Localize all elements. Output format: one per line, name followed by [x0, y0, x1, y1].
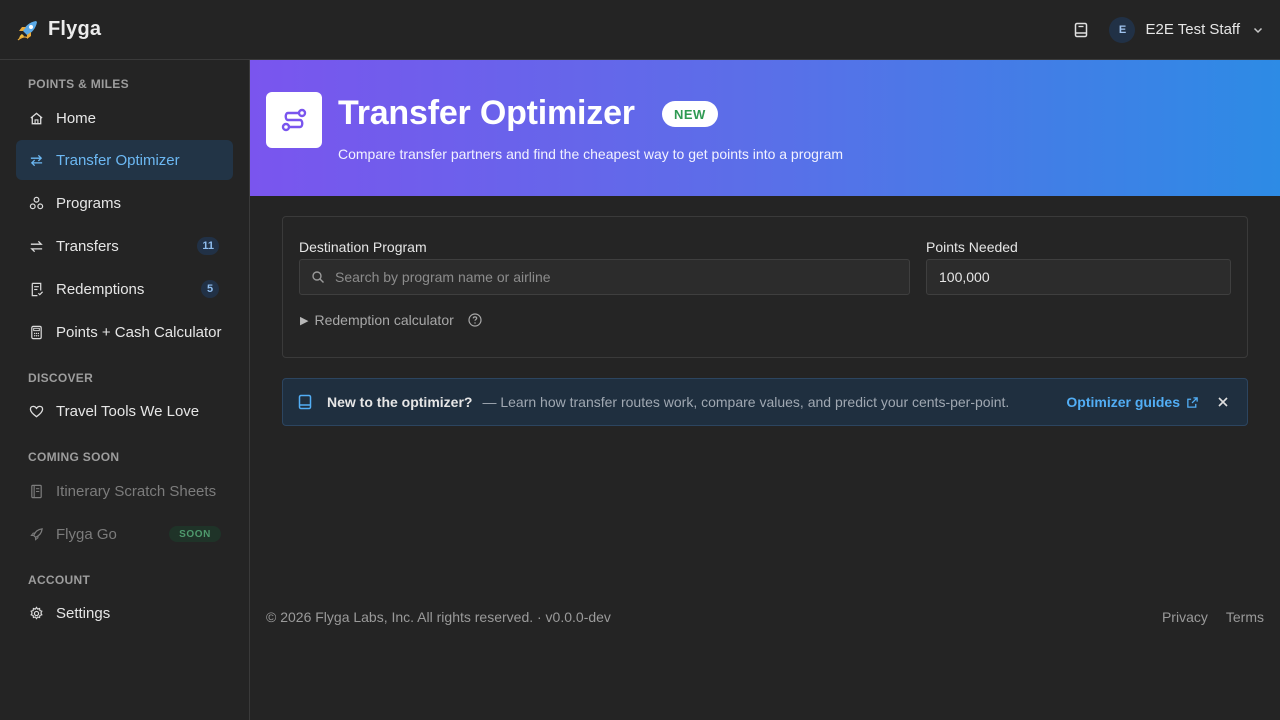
- destination-program-label: Destination Program: [299, 239, 427, 255]
- user-name: E2E Test Staff: [1145, 21, 1240, 38]
- route-icon-tile: [266, 92, 322, 148]
- section-points-miles: POINTS & MILES: [28, 77, 129, 91]
- sidebar-item-label: Travel Tools We Love: [56, 402, 200, 420]
- external-link-icon: [1187, 396, 1198, 408]
- page-subtitle: Compare transfer partners and find the c…: [338, 146, 844, 162]
- sidebar-item-label: Transfers: [56, 237, 119, 255]
- sidebar-item-label: Home: [56, 109, 97, 127]
- sidebar: POINTS & MILES Home Transfer Optimizer P…: [0, 60, 250, 720]
- points-needed-field[interactable]: [926, 259, 1231, 295]
- points-needed-input[interactable]: [939, 269, 1230, 285]
- book-icon: [298, 394, 312, 410]
- optimizer-guides-label: Optimizer guides: [1066, 394, 1180, 410]
- sidebar-item-label: Settings: [56, 604, 111, 622]
- sidebar-item-label: Points + Cash Calculator: [56, 323, 222, 341]
- brand[interactable]: Flyga: [0, 18, 101, 42]
- sidebar-item-redemptions[interactable]: Redemptions 5: [16, 269, 233, 309]
- sidebar-item-transfers[interactable]: Transfers 11: [16, 226, 233, 266]
- sidebar-item-flyga-go: Flyga Go SOON: [16, 514, 233, 554]
- transfer-icon: [29, 240, 43, 252]
- help-circle-icon[interactable]: [468, 313, 482, 327]
- rocket-icon: [29, 527, 43, 541]
- redemption-calculator-label: Redemption calculator: [314, 312, 454, 328]
- user-menu[interactable]: E E2E Test Staff: [1109, 16, 1264, 43]
- section-coming-soon: COMING SOON: [28, 450, 120, 464]
- swap-arrows-icon: [30, 154, 42, 166]
- soon-badge: SOON: [169, 526, 221, 542]
- banner-close-button[interactable]: [1215, 394, 1231, 410]
- gear-icon: [29, 605, 43, 620]
- banner-title: New to the optimizer?: [327, 394, 473, 410]
- stars-icon: [29, 196, 43, 209]
- heart-icon: [29, 405, 43, 417]
- banner-text: — Learn how transfer routes work, compar…: [482, 394, 1010, 410]
- docs-button[interactable]: [1071, 20, 1091, 40]
- transfers-count-badge: 11: [197, 237, 219, 255]
- sidebar-item-transfer-optimizer[interactable]: Transfer Optimizer: [16, 140, 233, 180]
- route-icon: [281, 108, 307, 132]
- optimizer-intro-banner: New to the optimizer? — Learn how transf…: [282, 378, 1248, 426]
- home-icon: [29, 111, 43, 124]
- sidebar-item-programs[interactable]: Programs: [16, 183, 233, 223]
- sidebar-item-settings[interactable]: Settings: [16, 593, 233, 633]
- calculator-icon: [30, 325, 42, 339]
- points-needed-label: Points Needed: [926, 239, 1018, 255]
- notebook-icon: [30, 484, 42, 498]
- redemptions-count-badge: 5: [201, 280, 219, 298]
- book-icon: [1075, 22, 1088, 37]
- sidebar-item-label: Itinerary Scratch Sheets: [56, 482, 217, 500]
- avatar: E: [1109, 16, 1136, 43]
- new-badge: NEW: [662, 101, 718, 127]
- optimizer-guides-link[interactable]: Optimizer guides: [1066, 394, 1199, 410]
- destination-program-input[interactable]: [335, 269, 909, 285]
- brand-name: Flyga: [48, 18, 102, 40]
- chevron-down-icon: [1253, 27, 1263, 33]
- footer: © 2026 Flyga Labs, Inc. All rights reser…: [266, 609, 1264, 625]
- rocket-logo-icon: [17, 20, 37, 40]
- sidebar-item-itinerary: Itinerary Scratch Sheets: [16, 471, 233, 511]
- sidebar-item-label: Redemptions: [56, 280, 145, 298]
- sidebar-item-label: Transfer Optimizer: [56, 151, 180, 169]
- close-icon: [1218, 397, 1228, 407]
- section-discover: DISCOVER: [28, 371, 94, 385]
- page-title: Transfer Optimizer: [338, 94, 635, 132]
- sidebar-item-label: Flyga Go: [56, 525, 117, 543]
- destination-program-field[interactable]: [299, 259, 910, 295]
- search-icon: [312, 271, 324, 283]
- redemption-calculator-toggle[interactable]: ▶ Redemption calculator: [300, 312, 482, 328]
- privacy-link[interactable]: Privacy: [1162, 609, 1208, 625]
- sidebar-item-label: Programs: [56, 194, 122, 212]
- section-account: ACCOUNT: [28, 573, 91, 587]
- caret-right-icon: ▶: [300, 314, 309, 327]
- copyright-text: © 2026 Flyga Labs, Inc. All rights reser…: [266, 609, 611, 625]
- page-header: Transfer Optimizer NEW Compare transfer …: [250, 60, 1280, 196]
- sidebar-item-travel-tools[interactable]: Travel Tools We Love: [16, 391, 233, 431]
- receipt-icon: [31, 282, 43, 296]
- terms-link[interactable]: Terms: [1226, 609, 1264, 625]
- sidebar-item-home[interactable]: Home: [16, 98, 233, 138]
- optimizer-form-card: Destination Program Points Needed ▶ Rede…: [282, 216, 1248, 358]
- sidebar-item-points-cash-calculator[interactable]: Points + Cash Calculator: [16, 312, 233, 352]
- top-bar: Flyga E E2E Test Staff: [0, 0, 1280, 60]
